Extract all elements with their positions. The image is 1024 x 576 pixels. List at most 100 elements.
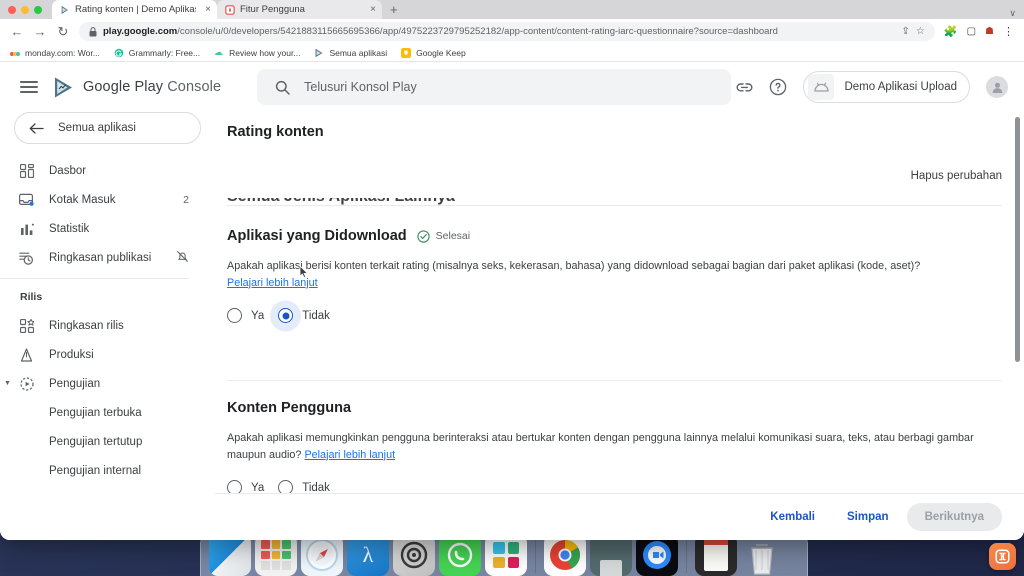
dock-item-trash-icon[interactable] — [741, 534, 783, 576]
dock-item-documents-stack-icon[interactable] — [695, 534, 737, 576]
sidebar-item-pengujian-tertutup[interactable]: Pengujian tertutup — [0, 427, 203, 456]
next-button[interactable]: Berikutnya — [906, 503, 1002, 531]
window-traffic-lights[interactable] — [8, 0, 52, 19]
link-icon[interactable] — [736, 79, 753, 96]
bookmark-item[interactable]: Semua aplikasi — [314, 48, 387, 58]
back-icon[interactable]: ← — [10, 25, 24, 38]
bookmark-item[interactable]: monday.com: Wor... — [10, 48, 100, 58]
dock-item-chrome-icon[interactable] — [544, 534, 586, 576]
questionnaire-scroll-area: Semua Jenis Aplikasi Lainnya Aplikasi ya… — [215, 112, 1024, 493]
sidebar-item-label: Ringkasan rilis — [49, 319, 124, 332]
status-badge: Selesai — [417, 229, 470, 243]
radio-group-downloaded-apps[interactable]: Ya Tidak — [227, 300, 1002, 332]
radio-button[interactable] — [227, 308, 242, 324]
hamburger-menu-icon[interactable] — [20, 77, 38, 96]
sidebar-item-ringkasan-publikasi[interactable]: Ringkasan publikasi — [0, 243, 203, 272]
main-content: Rating konten Hapus perubahan Semua Jeni… — [215, 112, 1024, 540]
sidebar-item-pengujian-internal[interactable]: Pengujian internal — [0, 456, 203, 485]
radio-group-user-content[interactable]: Ya Tidak — [227, 480, 1002, 493]
search-input[interactable]: Telusuri Konsol Play — [257, 69, 732, 105]
bookmark-item[interactable]: Google Keep — [401, 47, 466, 58]
side-panel-icon[interactable]: ▢ — [967, 26, 976, 37]
vertical-scrollbar[interactable] — [1015, 117, 1020, 362]
extensions-icon[interactable]: 🧩 — [944, 25, 958, 38]
dock-item-slack-icon[interactable] — [485, 534, 527, 576]
dock-item-zoom-icon[interactable] — [636, 534, 678, 576]
forward-icon[interactable]: → — [33, 25, 47, 38]
close-icon[interactable]: × — [205, 4, 211, 15]
browser-tab-inactive[interactable]: Fitur Pengguna × — [217, 0, 382, 19]
dock-item-finder-icon[interactable] — [209, 534, 251, 576]
save-button[interactable]: Simpan — [833, 503, 903, 531]
radio-option-ya[interactable]: Ya — [227, 480, 264, 493]
radio-button[interactable] — [278, 308, 294, 324]
chevron-down-icon[interactable]: ▼ — [4, 380, 11, 387]
bookmark-item[interactable]: Review how your... — [214, 48, 300, 58]
notification-off-icon[interactable] — [176, 250, 189, 266]
form-footer-actions: Kembali Simpan Berikutnya — [215, 493, 1024, 540]
bookmark-item[interactable]: Grammarly: Free... — [114, 48, 200, 58]
section-title: Aplikasi yang Didownload Selesai — [227, 228, 1002, 244]
learn-more-link[interactable]: Pelajari lebih lanjut — [304, 449, 395, 461]
sidebar-item-ringkasan-rilis[interactable]: Ringkasan rilis — [0, 311, 203, 340]
production-icon — [18, 347, 35, 362]
bookmark-label: Review how your... — [229, 47, 301, 58]
inbox-unread-count: 2 — [183, 193, 189, 206]
sidebar-item-pengujian[interactable]: ▼ Pengujian — [0, 369, 203, 398]
profile-icon[interactable]: ☗ — [985, 26, 994, 37]
sidebar-item-dasbor[interactable]: Dasbor — [0, 156, 203, 185]
tab-search-chevron-down-icon[interactable]: ∨ — [1009, 8, 1024, 19]
sidebar-item-produksi[interactable]: Produksi — [0, 340, 203, 369]
dock-item-safari-icon[interactable] — [301, 534, 343, 576]
app-name-label: Demo Aplikasi Upload — [844, 81, 957, 93]
browser-tab-active[interactable]: Rating konten | Demo Aplikasi × — [52, 0, 217, 19]
console-header: Google Play Console Telusuri Konsol Play… — [0, 62, 1024, 112]
app-selector-chip[interactable]: Demo Aplikasi Upload — [803, 71, 970, 103]
address-bar[interactable]: play.google.com/console/u/0/developers/5… — [79, 22, 935, 41]
dock-item-whatsapp-icon[interactable] — [439, 534, 481, 576]
close-window-button[interactable] — [8, 5, 16, 14]
radio-button[interactable] — [227, 480, 242, 493]
back-button[interactable]: Kembali — [756, 503, 829, 531]
section-title-label: Konten Pengguna — [227, 400, 352, 416]
sidebar-item-label: Pengujian — [49, 377, 101, 390]
sidebar-item-label: Pengujian terbuka — [49, 406, 142, 419]
radio-option-tidak[interactable]: Tidak — [278, 480, 330, 493]
sidebar-item-kotak-masuk[interactable]: Kotak Masuk 2 — [0, 185, 203, 214]
bookmark-label: Grammarly: Free... — [128, 47, 201, 58]
help-circle-icon[interactable] — [769, 78, 787, 96]
radio-option-ya[interactable]: Ya — [227, 308, 264, 324]
avatar[interactable] — [986, 76, 1008, 98]
dashboard-icon — [18, 163, 35, 178]
dock-item-terminal-icon[interactable] — [590, 534, 632, 576]
google-play-console-icon — [315, 48, 323, 57]
sidebar-item-label: Pengujian internal — [49, 464, 142, 477]
minimize-window-button[interactable] — [21, 5, 29, 14]
chrome-menu-icon[interactable]: ⋮ — [1003, 25, 1014, 38]
inbox-icon — [18, 193, 35, 207]
support-widget-button[interactable] — [989, 543, 1016, 570]
browser-tab-strip: Rating konten | Demo Aplikasi × Fitur Pe… — [0, 0, 1024, 19]
new-tab-button[interactable]: + — [382, 0, 406, 19]
reload-icon[interactable]: ↻ — [56, 25, 70, 38]
dock-item-launchpad-icon[interactable] — [255, 534, 297, 576]
radio-option-tidak[interactable]: Tidak — [270, 300, 330, 332]
bookmark-label: Google Keep — [416, 47, 466, 58]
keep-icon — [401, 47, 412, 58]
close-icon[interactable]: × — [370, 4, 376, 15]
radio-button[interactable] — [278, 480, 294, 493]
radio-label: Tidak — [302, 481, 330, 493]
maximize-window-button[interactable] — [34, 5, 42, 14]
header-actions: Demo Aplikasi Upload — [736, 71, 1024, 103]
share-icon[interactable]: ⇪ — [902, 26, 910, 37]
brand-logo[interactable]: Google Play Console — [52, 76, 221, 99]
sidebar-item-statistik[interactable]: Statistik — [0, 214, 203, 243]
testing-icon — [18, 376, 35, 391]
browser-window: Rating konten | Demo Aplikasi × Fitur Pe… — [0, 0, 1024, 540]
star-icon[interactable]: ☆ — [916, 26, 925, 37]
sidebar-item-all-apps[interactable]: Semua aplikasi — [14, 112, 201, 144]
dock-item-xcode-icon[interactable]: λ — [347, 534, 389, 576]
google-play-console-icon — [61, 5, 68, 14]
sidebar-item-pengujian-terbuka[interactable]: Pengujian terbuka — [0, 398, 203, 427]
dock-item-settings-icon[interactable] — [393, 534, 435, 576]
